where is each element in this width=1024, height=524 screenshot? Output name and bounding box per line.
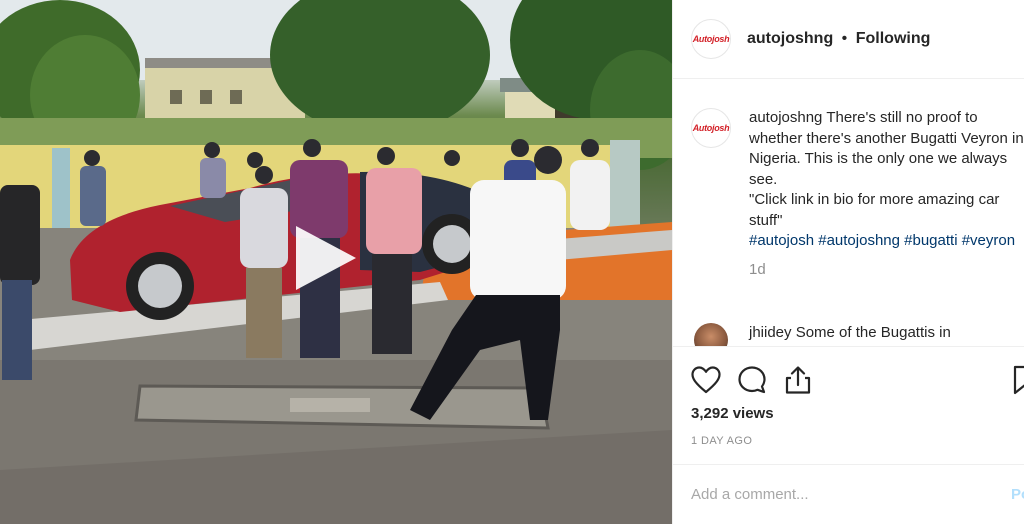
hashtag-link[interactable]: #autojoshng [818, 232, 900, 249]
comment-body: jhiidey Some of the Bugattis in [749, 323, 1024, 346]
comment-text: Some of the Bugattis in [795, 324, 951, 341]
add-comment-bar: Post [673, 464, 1024, 524]
view-count[interactable]: 3,292 views [691, 405, 774, 422]
following-button[interactable]: Following [856, 30, 931, 47]
comments-section[interactable]: Autojosh autojoshng There's still no pro… [673, 80, 1024, 346]
heart-icon[interactable] [689, 363, 723, 397]
post-header: Autojosh autojoshng • Following [673, 0, 1024, 79]
post-side-panel: Autojosh autojoshng • Following Autojosh… [672, 0, 1024, 524]
comment-icon[interactable] [735, 363, 769, 397]
action-icons [689, 363, 827, 397]
commenter-username[interactable]: jhiidey [749, 324, 792, 341]
caption-body: autojoshng There's still no proof to whe… [749, 108, 1024, 280]
caption-quote: "Click link in bio for more amazing car … [749, 191, 1000, 229]
separator-dot: • [841, 30, 848, 47]
post-date[interactable]: 1 DAY AGO [691, 435, 752, 447]
hashtag-link[interactable]: #veyron [962, 232, 1015, 249]
author-avatar[interactable]: Autojosh [691, 19, 731, 59]
caption-comment: Autojosh autojoshng There's still no pro… [691, 108, 1024, 280]
comment-input[interactable] [691, 486, 981, 503]
header-text: autojoshng • Following [747, 30, 930, 48]
hashtag-link[interactable]: #autojosh [749, 232, 814, 249]
action-bar: 3,292 views 1 DAY AGO [673, 346, 1024, 464]
share-icon[interactable] [781, 363, 815, 397]
post-video[interactable] [0, 0, 672, 524]
autojosh-logo: Autojosh [692, 123, 730, 133]
hashtag-link[interactable]: #bugatti [904, 232, 957, 249]
comment-item: jhiidey Some of the Bugattis in [691, 323, 1024, 346]
caption-time-ago[interactable]: 1d [749, 260, 1024, 281]
hashtag-list: #autojosh #autojoshng #bugatti #veyron [749, 232, 1015, 249]
play-icon [296, 226, 356, 290]
post-comment-button[interactable]: Post [1011, 486, 1024, 503]
bookmark-icon[interactable] [1013, 363, 1024, 397]
commenter-avatar[interactable] [694, 323, 728, 346]
autojosh-logo: Autojosh [692, 34, 730, 44]
author-username[interactable]: autojoshng [747, 30, 833, 47]
play-button[interactable] [288, 222, 360, 294]
caption-username[interactable]: autojoshng [749, 109, 822, 126]
caption-avatar[interactable]: Autojosh [691, 108, 731, 148]
